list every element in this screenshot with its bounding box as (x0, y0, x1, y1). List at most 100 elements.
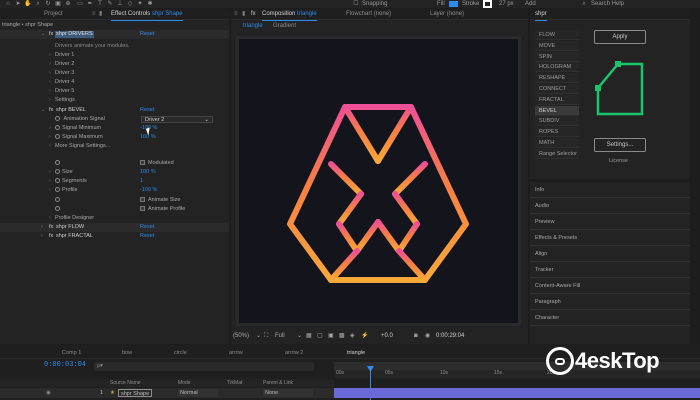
text-tool-icon[interactable]: T (96, 1, 104, 7)
animate-profile-checkbox[interactable] (140, 206, 145, 212)
search-icon[interactable]: ⌕ (580, 1, 588, 7)
lock-icon[interactable]: ▮ (99, 11, 102, 18)
reset-drivers-link[interactable]: Reset (140, 30, 154, 39)
timeline-tab-arrow[interactable]: arrow (229, 349, 243, 358)
stopwatch-icon[interactable] (55, 206, 60, 212)
signal-maximum-row[interactable]: › Signal Maximum 100 % (49, 133, 156, 142)
shpr-module-math[interactable]: MATH (535, 138, 579, 148)
column-trkmat[interactable]: TrkMat (227, 379, 242, 387)
shpr-module-ropes[interactable]: ROPES (535, 127, 579, 138)
panel-align[interactable]: Align (530, 246, 690, 262)
fx-icon[interactable]: fx (49, 232, 53, 241)
add-label[interactable]: Add (525, 1, 536, 7)
stopwatch-icon[interactable] (55, 160, 60, 166)
fill-swatch[interactable] (449, 1, 458, 7)
panel-menu-icon[interactable]: ≡ (92, 11, 96, 18)
layer-parent-dropdown[interactable]: None (263, 389, 313, 397)
driver-item-4[interactable]: › Driver 4 (49, 78, 74, 87)
stroke-label[interactable]: Stroke (462, 1, 479, 7)
shpr-module-fractal[interactable]: FRACTAL (535, 94, 579, 105)
camera-tool-icon[interactable]: ▣ (54, 1, 62, 7)
tab-flowchart[interactable]: Flowchart (none) (346, 11, 391, 18)
lock-icon[interactable]: ▮ (242, 11, 245, 18)
resolution-dropdown[interactable]: Full (275, 330, 285, 342)
settings-button[interactable]: Settings... (594, 138, 646, 152)
shpr-module-flow[interactable]: FLOW (535, 30, 579, 40)
panel-character[interactable]: Character (530, 310, 690, 326)
subtab-gradient[interactable]: Gradient (273, 23, 296, 29)
tab-layer[interactable]: Layer (none) (430, 11, 464, 18)
timeline-tab-circle[interactable]: circle (174, 349, 187, 358)
eraser-tool-icon[interactable]: ◇ (126, 1, 134, 7)
stopwatch-icon[interactable] (55, 116, 60, 122)
fill-label[interactable]: Fill (437, 1, 445, 7)
comp-viewer[interactable] (239, 39, 518, 323)
timeline-tab-triangle[interactable]: triangle (347, 349, 365, 358)
timeline-tab-bow[interactable]: bow (122, 349, 132, 358)
driver-settings[interactable]: › Settings (49, 96, 75, 105)
animate-size-checkbox[interactable] (140, 197, 145, 203)
panel-paragraph[interactable]: Paragraph (530, 294, 690, 310)
effect-row-fractal[interactable]: › fx shpr FRACTAL Reset (0, 232, 229, 241)
segments-row[interactable]: › Segments 1 (49, 177, 143, 186)
reset-fractal-link[interactable]: Reset (140, 232, 154, 241)
subtab-triangle[interactable]: triangle (243, 23, 263, 29)
shpr-module-reshape[interactable]: RESHAPE (535, 73, 579, 84)
effect-row-flow[interactable]: › fx shpr FLOW Reset (0, 223, 229, 232)
effect-row-drivers[interactable]: ⌄ fx shpr DRIVERS Reset (0, 30, 229, 39)
rectangle-tool-icon[interactable]: ▭ (76, 1, 84, 7)
stopwatch-icon[interactable] (55, 125, 60, 131)
fx-icon[interactable]: fx (49, 30, 53, 39)
transparency-grid-icon[interactable]: ▩ (339, 330, 345, 342)
driver-item-5[interactable]: › Driver 5 (49, 87, 74, 96)
column-parent[interactable]: Parent & Link (263, 379, 293, 387)
rotate-tool-icon[interactable]: ↻ (44, 1, 52, 7)
panel-audio[interactable]: Audio (530, 198, 690, 214)
layer-mode-dropdown[interactable]: Normal (178, 389, 218, 397)
profile-row[interactable]: › Profile -100 % (49, 186, 157, 195)
panel-menu-icon[interactable]: ≡ (234, 11, 238, 18)
selection-tool-icon[interactable]: ➤ (14, 1, 22, 7)
profile-designer[interactable]: › Profile Designer (49, 214, 94, 223)
fx-icon[interactable]: fx (49, 223, 53, 232)
panel-info[interactable]: Info (530, 182, 690, 198)
chevron-down-icon[interactable]: ⌄ (297, 330, 302, 342)
tab-effect-controls[interactable]: Effect Controls shpr Shape (111, 11, 183, 21)
snapping-checkbox-icon[interactable]: ☐ (352, 1, 360, 7)
column-mode[interactable]: Mode (178, 379, 191, 387)
panel-content-aware-fill[interactable]: Content-Aware Fill (530, 278, 690, 294)
column-source-name[interactable]: Source Name (110, 379, 141, 387)
expand-chevron-icon[interactable]: ⌄ (41, 30, 45, 39)
camera-snapshot-icon[interactable]: ◙ (414, 330, 418, 342)
zoom-tool-icon[interactable]: ⌕ (34, 1, 42, 7)
modulated-checkbox[interactable] (140, 160, 145, 166)
viewer-timecode[interactable]: 0:00:29:04 (436, 330, 464, 342)
channel-icon[interactable]: ◈ (350, 330, 355, 342)
timeline-timecode[interactable]: 0:00:03:04 (44, 361, 86, 369)
reset-bevel-link[interactable]: Reset (140, 106, 154, 115)
region-icon[interactable]: ▣ (328, 330, 334, 342)
fast-preview-icon[interactable]: ⚡ (361, 330, 368, 342)
fx-icon[interactable]: fx (49, 106, 53, 115)
tab-project[interactable]: Project (44, 11, 63, 18)
fullscreen-icon[interactable]: ⛶ (264, 330, 268, 342)
exposure-value[interactable]: +0.0 (381, 330, 393, 342)
apply-button[interactable]: Apply (594, 30, 646, 44)
stopwatch-icon[interactable] (55, 187, 60, 193)
stroke-swatch[interactable] (483, 0, 492, 8)
layer-row[interactable]: ◉ 1 ★ shpr Shape Normal None (0, 388, 334, 398)
effect-row-bevel[interactable]: ⌄ fx shpr BEVEL Reset (0, 106, 229, 115)
stopwatch-icon[interactable] (55, 134, 60, 140)
shpr-module-connect[interactable]: CONNECT (535, 84, 579, 94)
panel-preview[interactable]: Preview (530, 214, 690, 230)
visibility-eye-icon[interactable]: ◉ (46, 388, 51, 398)
shpr-module-subdiv[interactable]: SUBDIV (535, 116, 579, 127)
show-snapshot-icon[interactable]: ◉ (425, 330, 430, 342)
reset-flow-link[interactable]: Reset (140, 223, 154, 232)
shpr-module-hologram[interactable]: HOLOGRAM (535, 62, 579, 73)
tab-shpr[interactable]: shpr (535, 11, 547, 21)
panel-tracker[interactable]: Tracker (530, 262, 690, 278)
shpr-module-bevel[interactable]: BEVEL (535, 105, 579, 116)
driver-item-2[interactable]: › Driver 2 (49, 60, 74, 69)
stroke-width[interactable]: 27 px (499, 1, 514, 7)
